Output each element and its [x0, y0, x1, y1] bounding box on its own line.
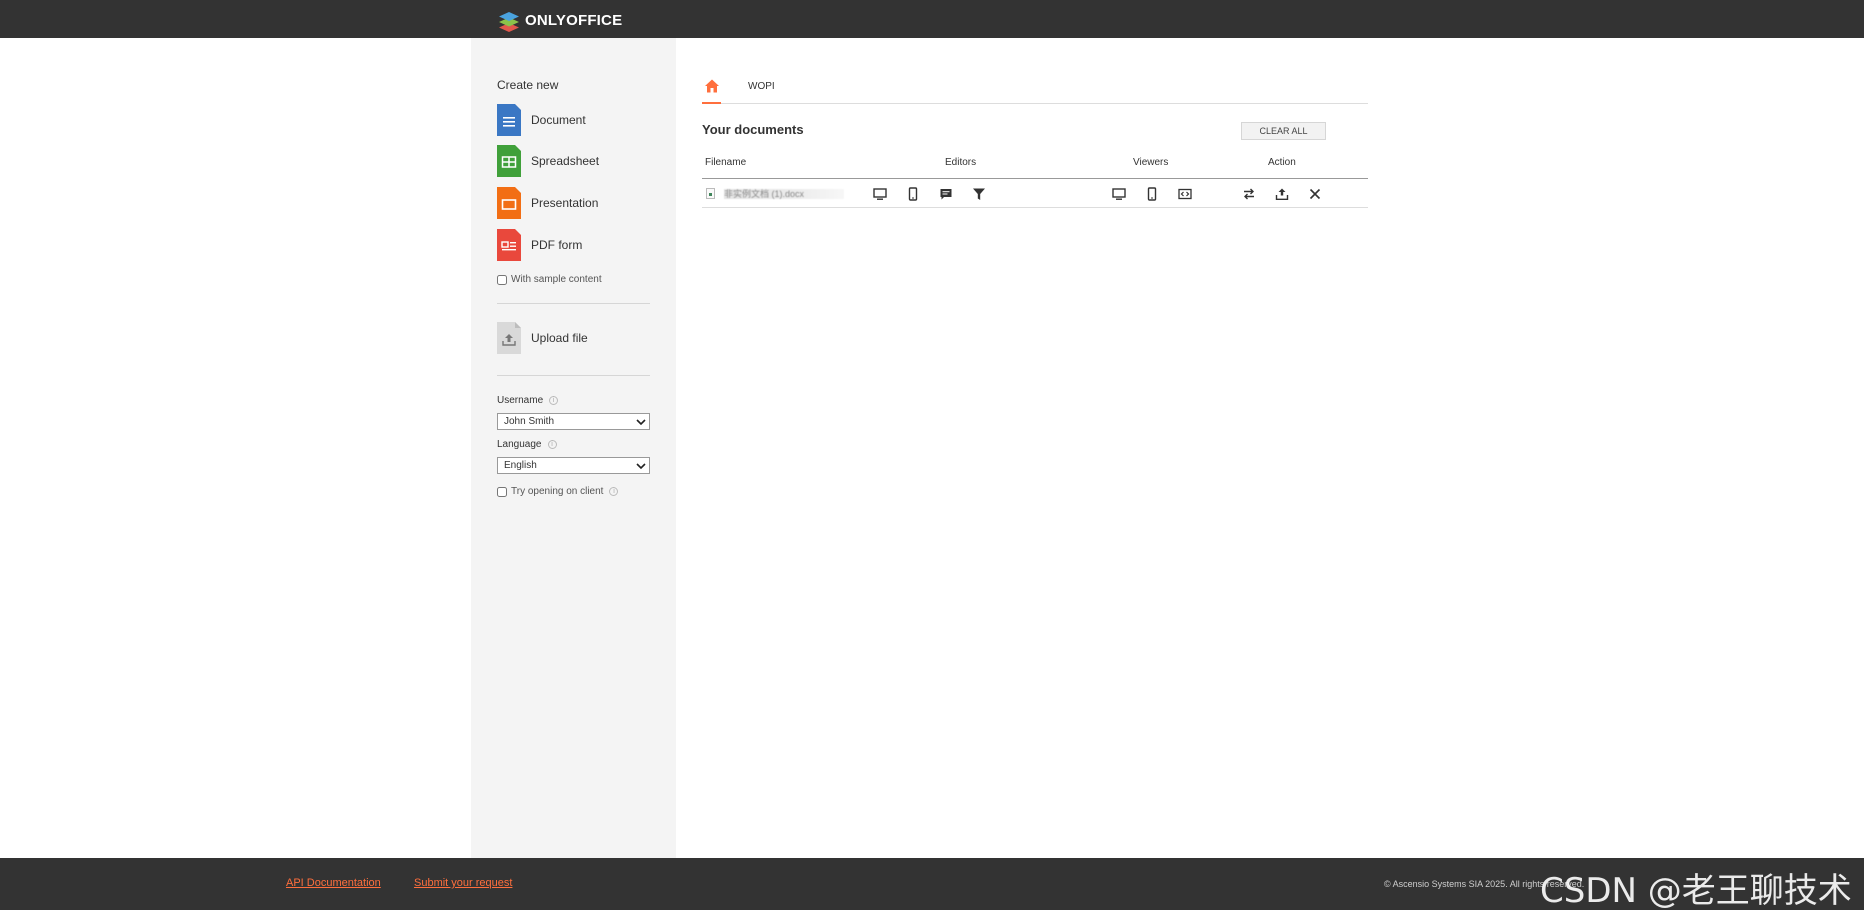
create-new-title: Create new — [497, 78, 559, 92]
clear-all-button[interactable]: CLEAR ALL — [1241, 122, 1326, 140]
top-bar: ONLYOFFICE — [0, 0, 1864, 38]
download-icon[interactable] — [1275, 187, 1289, 201]
edit-desktop-icon[interactable] — [873, 187, 887, 201]
onlyoffice-logo[interactable]: ONLYOFFICE — [497, 8, 622, 32]
info-icon[interactable]: i — [609, 487, 619, 496]
api-documentation-link[interactable]: API Documentation — [286, 877, 381, 889]
create-spreadsheet-button[interactable]: Spreadsheet — [497, 145, 599, 177]
sample-content-label: With sample content — [511, 274, 602, 285]
spreadsheet-file-icon — [706, 188, 715, 199]
watermark: CSDN @老王聊技术 — [1540, 871, 1852, 910]
submit-request-link[interactable]: Submit your request — [414, 877, 512, 889]
brand-name: ONLYOFFICE — [525, 11, 623, 29]
embedded-icon[interactable] — [1178, 187, 1192, 201]
sidebar-divider — [497, 375, 650, 376]
edit-mobile-icon[interactable] — [906, 187, 920, 201]
filename-cell[interactable]: 非实例文档 (1).docx — [706, 188, 844, 199]
comment-icon[interactable] — [939, 187, 953, 201]
language-label: Language — [497, 439, 542, 450]
table-row: 非实例文档 (1).docx — [702, 179, 1368, 208]
language-value: English — [504, 460, 537, 471]
page-title: Your documents — [702, 122, 804, 137]
filter-icon[interactable] — [972, 187, 986, 201]
pdf-form-icon — [497, 229, 521, 261]
document-icon — [497, 104, 521, 136]
username-select[interactable]: John Smith — [497, 413, 650, 430]
tab-bar: WOPI — [702, 78, 1368, 104]
column-header-editors: Editors — [945, 157, 977, 168]
create-presentation-label: Presentation — [531, 196, 599, 210]
create-document-button[interactable]: Document — [497, 104, 586, 136]
upload-file-label: Upload file — [531, 331, 588, 345]
footer: API Documentation Submit your request © … — [0, 858, 1864, 910]
column-header-viewers: Viewers — [1133, 157, 1169, 168]
sample-content-checkbox[interactable] — [497, 274, 507, 285]
client-open-checkbox[interactable] — [497, 486, 507, 497]
info-icon[interactable]: i — [547, 440, 557, 449]
upload-icon — [497, 322, 521, 354]
create-spreadsheet-label: Spreadsheet — [531, 154, 600, 168]
username-label: Username — [497, 395, 544, 406]
column-header-action: Action — [1268, 157, 1296, 168]
client-open-label: Try opening on client — [511, 486, 604, 497]
tab-wopi[interactable]: WOPI — [748, 81, 775, 92]
view-desktop-icon[interactable] — [1112, 187, 1126, 201]
chevron-down-icon — [636, 463, 646, 470]
column-header-filename: Filename — [705, 157, 747, 168]
info-icon[interactable]: i — [549, 396, 559, 405]
home-icon — [705, 79, 719, 93]
sample-content-option: With sample content — [497, 274, 602, 285]
create-pdf-form-label: PDF form — [531, 238, 583, 252]
chevron-down-icon — [636, 419, 646, 426]
delete-icon[interactable] — [1308, 187, 1322, 201]
convert-icon[interactable] — [1242, 187, 1256, 201]
view-mobile-icon[interactable] — [1145, 187, 1159, 201]
client-open-option: Try opening on client i — [497, 486, 619, 497]
create-document-label: Document — [531, 113, 586, 127]
filename-text: 非实例文档 (1).docx — [724, 188, 844, 199]
sidebar: Create new Document Spreadsheet Presenta… — [471, 38, 676, 858]
spreadsheet-icon — [497, 145, 521, 177]
language-label-row: Language i — [497, 439, 557, 450]
sidebar-divider — [497, 303, 650, 304]
presentation-icon — [497, 187, 521, 219]
tab-home[interactable] — [702, 78, 721, 104]
onlyoffice-logo-icon — [499, 12, 519, 32]
language-select[interactable]: English — [497, 457, 650, 474]
username-label-row: Username i — [497, 395, 559, 406]
username-value: John Smith — [504, 416, 555, 427]
upload-file-button[interactable]: Upload file — [497, 322, 588, 354]
create-pdf-form-button[interactable]: PDF form — [497, 229, 582, 261]
create-presentation-button[interactable]: Presentation — [497, 187, 598, 219]
